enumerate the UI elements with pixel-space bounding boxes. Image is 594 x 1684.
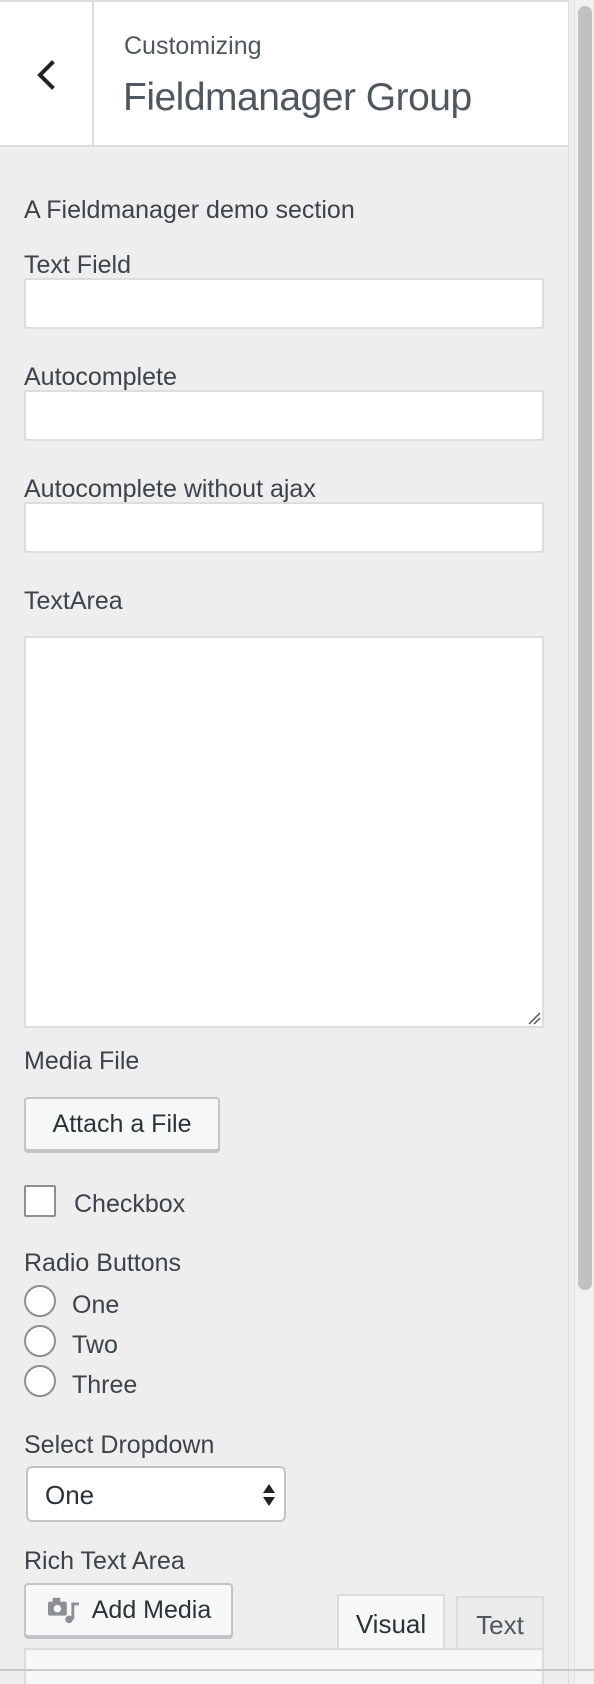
radio-one-label: One	[72, 1291, 120, 1319]
radio-one[interactable]	[24, 1285, 56, 1317]
radio-two[interactable]	[24, 1325, 56, 1357]
header-subtitle: Customizing	[124, 32, 262, 60]
panel-scrollbar[interactable]	[574, 0, 594, 1684]
radio-three[interactable]	[24, 1365, 56, 1397]
section-description: A Fieldmanager demo section	[24, 196, 355, 224]
media-file-label: Media File	[24, 1047, 140, 1075]
textarea-input[interactable]	[24, 636, 544, 1028]
text-field-label: Text Field	[24, 251, 131, 279]
resize-grip-icon[interactable]	[527, 1011, 541, 1025]
checkbox-input[interactable]	[24, 1185, 56, 1217]
select-value: One	[45, 1480, 95, 1510]
tab-visual[interactable]: Visual	[337, 1594, 445, 1652]
media-camera-music-icon	[47, 1597, 79, 1624]
tab-text[interactable]: Text	[456, 1596, 544, 1652]
scrollbar-thumb[interactable]	[578, 6, 592, 1290]
autocomplete-label: Autocomplete	[24, 363, 177, 391]
radio-three-label: Three	[72, 1371, 138, 1399]
textarea-wrapper	[24, 636, 544, 1028]
add-media-label: Add Media	[91, 1595, 212, 1624]
select-arrows-icon	[263, 1484, 275, 1506]
autocomplete-no-ajax-label: Autocomplete without ajax	[24, 475, 316, 503]
autocomplete-input[interactable]	[24, 390, 544, 441]
checkbox-label: Checkbox	[74, 1190, 186, 1218]
autocomplete-no-ajax-input[interactable]	[24, 502, 544, 553]
bottom-divider	[0, 1669, 594, 1671]
add-media-button[interactable]: Add Media	[24, 1583, 233, 1637]
back-button[interactable]	[0, 2, 94, 147]
rich-text-editor[interactable]	[24, 1648, 544, 1684]
rich-text-label: Rich Text Area	[24, 1547, 185, 1575]
textarea-label: TextArea	[24, 587, 123, 615]
customizer-panel: Customizing Fieldmanager Group A Fieldma…	[0, 0, 569, 1684]
customizer-header: Customizing Fieldmanager Group	[0, 0, 568, 147]
page-title: Fieldmanager Group	[123, 76, 472, 119]
select-dropdown[interactable]: One	[26, 1466, 286, 1522]
attach-file-button[interactable]: Attach a File	[24, 1097, 220, 1151]
chevron-left-icon	[37, 59, 55, 90]
radio-two-label: Two	[72, 1331, 118, 1359]
radio-group-label: Radio Buttons	[24, 1249, 182, 1277]
text-field-input[interactable]	[24, 278, 544, 329]
select-label: Select Dropdown	[24, 1431, 215, 1459]
